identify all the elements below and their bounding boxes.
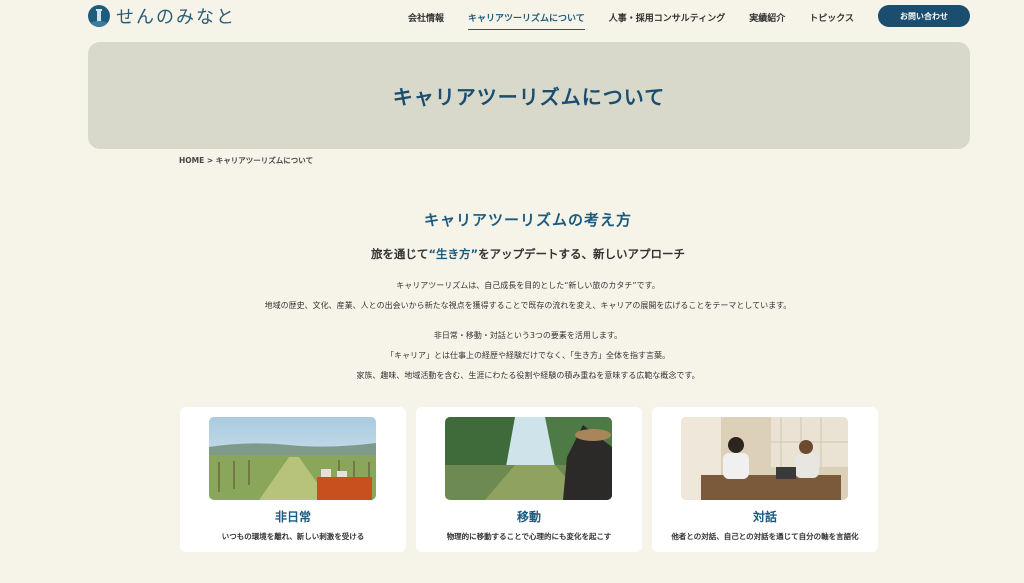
subtitle-pre: 旅を通じて <box>370 247 429 261</box>
nav-company[interactable]: 会社情報 <box>408 11 444 30</box>
main-nav: 会社情報 キャリアツーリズムについて 人事・採用コンサルティング 実績紹介 トピ… <box>408 11 854 30</box>
logo[interactable]: せんのみなと <box>88 4 236 28</box>
breadcrumb-current: キャリアツーリズムについて <box>215 156 314 165</box>
nav-hr-consulting[interactable]: 人事・採用コンサルティング <box>609 11 725 30</box>
subtitle-post: をアップデートする、新しいアプローチ <box>478 247 686 261</box>
card-description: いつもの環境を離れ、新しい刺激を受ける <box>221 532 365 541</box>
intro-line: キャリアツーリズムは、自己成長を目的とした“新しい旅のカタチ”です。 <box>396 281 660 290</box>
elements-line: 家族、趣味、地域活動を含む、生涯にわたる役割や経験の積み重ねを意味する広範な概念… <box>356 371 700 380</box>
site-header: せんのみなと 会社情報 キャリアツーリズムについて 人事・採用コンサルティング … <box>0 0 1024 36</box>
river-boat-photo <box>445 417 612 500</box>
card-dialogue: 対話 他者との対話、自己との対話を通じて自分の軸を言語化 <box>652 407 878 552</box>
card-description: 物理的に移動することで心理的にも変化を起こす <box>446 532 612 541</box>
card-extraordinary: 非日常 いつもの環境を離れ、新しい刺激を受ける <box>180 407 406 552</box>
logo-text: せんのみなと <box>116 7 236 28</box>
card-description: 他者との対話、自己との対話を通じて自分の軸を言語化 <box>671 532 859 541</box>
card-title: 移動 <box>516 510 541 524</box>
section-subtitle: 旅を通じて“生き方”をアップデートする、新しいアプローチ <box>0 246 1024 262</box>
card-title: 非日常 <box>274 510 311 524</box>
breadcrumb-home[interactable]: HOME <box>179 156 204 165</box>
subtitle-highlight: “生き方” <box>428 247 479 261</box>
page-title: キャリアツーリズムについて <box>392 85 666 109</box>
breadcrumb: HOME > キャリアツーリズムについて <box>179 155 313 166</box>
elements-line: 非日常・移動・対話という3つの要素を活用します。 <box>433 331 623 340</box>
nav-topics[interactable]: トピックス <box>809 11 854 30</box>
contact-button[interactable]: お問い合わせ <box>878 5 970 27</box>
card-movement: 移動 物理的に移動することで心理的にも変化を起こす <box>416 407 642 552</box>
nav-career-tourism[interactable]: キャリアツーリズムについて <box>468 11 585 30</box>
intro-line: 地域の歴史、文化、産業、人との出会いから新たな視点を獲得することで既存の流れを変… <box>264 301 792 310</box>
nav-works[interactable]: 実績紹介 <box>749 11 785 30</box>
vineyard-photo <box>209 417 376 500</box>
card-title: 対話 <box>752 510 777 524</box>
elements-paragraph: 非日常・移動・対話という3つの要素を活用します。 「キャリア」とは仕事上の経歴や… <box>0 326 1024 386</box>
hero-banner: キャリアツーリズムについて <box>88 42 970 149</box>
breadcrumb-separator: > <box>206 156 214 165</box>
lighthouse-logo-icon <box>88 5 110 27</box>
dialogue-photo <box>681 417 848 500</box>
section-title: キャリアツーリズムの考え方 <box>423 211 632 229</box>
elements-line: 「キャリア」とは仕事上の経歴や経験だけでなく、「生き方」全体を指す言葉。 <box>386 351 670 360</box>
intro-paragraph: キャリアツーリズムは、自己成長を目的とした“新しい旅のカタチ”です。 地域の歴史… <box>0 276 1024 316</box>
